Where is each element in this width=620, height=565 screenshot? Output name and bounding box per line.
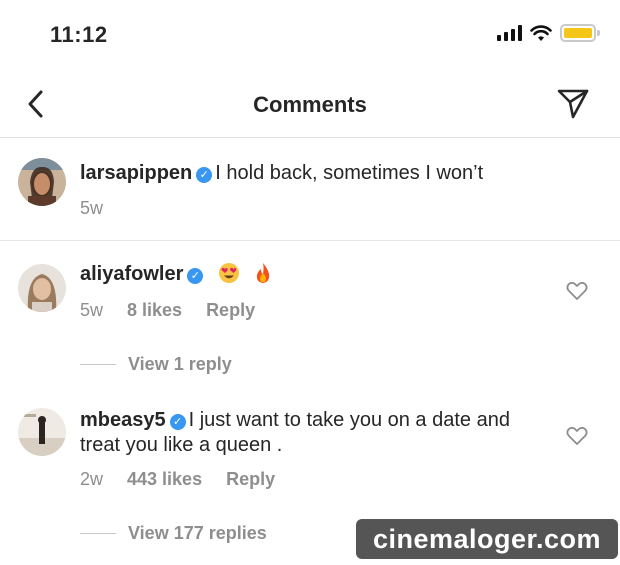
comment-meta: 5w 8 likes Reply: [80, 300, 255, 321]
avatar-larsapippen[interactable]: [18, 158, 66, 206]
view-replies-label: View 177 replies: [128, 523, 267, 543]
avatar-mbeasy5[interactable]: [18, 408, 66, 456]
comment-text-row: aliyafowler ✓: [80, 262, 550, 287]
avatar-aliyafowler[interactable]: [18, 264, 66, 312]
caption-meta: 5w: [80, 198, 103, 219]
view-replies-label: View 1 reply: [128, 354, 232, 374]
username[interactable]: aliyafowler: [80, 263, 183, 285]
comment-age: 5w: [80, 198, 104, 218]
caption-text-row: larsapippen ✓ I hold back, sometimes I won…: [80, 161, 550, 186]
heart-icon[interactable]: [566, 426, 588, 446]
username[interactable]: mbeasy5: [80, 409, 166, 431]
signal-icon: [497, 25, 522, 41]
fire-emoji: [256, 263, 269, 283]
reply-thread-line: [80, 364, 116, 365]
verified-icon: ✓: [187, 268, 204, 284]
comment-age: 2w: [80, 469, 104, 489]
wifi-icon: [530, 24, 552, 41]
likes-count[interactable]: 8 likes: [127, 300, 182, 321]
divider: [0, 240, 620, 241]
battery-icon: [560, 24, 600, 42]
reply-button[interactable]: Reply: [226, 469, 275, 490]
verified-icon: ✓: [196, 167, 213, 183]
reply-button[interactable]: Reply: [206, 300, 255, 321]
username[interactable]: larsapippen: [80, 162, 192, 184]
comment-meta: 2w 443 likes Reply: [80, 469, 275, 490]
view-replies-button[interactable]: View 1 reply: [80, 354, 232, 375]
view-replies-button[interactable]: View 177 replies: [80, 523, 267, 544]
reply-thread-line: [80, 533, 116, 534]
status-bar: 11:12: [0, 0, 620, 72]
caption-text: I hold back, sometimes I won’t: [215, 162, 484, 184]
send-icon[interactable]: [556, 86, 590, 120]
likes-count[interactable]: 443 likes: [127, 469, 202, 490]
status-icons: [497, 24, 600, 42]
comment-text-row: mbeasy5 ✓ I just want to take you on a dat…: [80, 408, 550, 458]
status-time: 11:12: [50, 22, 108, 47]
nav-bar: Comments: [0, 72, 620, 138]
verified-icon: ✓: [169, 414, 186, 430]
heart-eyes-emoji: [218, 263, 239, 283]
watermark: cinemaloger.com: [356, 519, 618, 559]
comment-age: 5w: [80, 300, 104, 320]
heart-icon[interactable]: [566, 281, 588, 301]
page-title: Comments: [253, 92, 367, 117]
